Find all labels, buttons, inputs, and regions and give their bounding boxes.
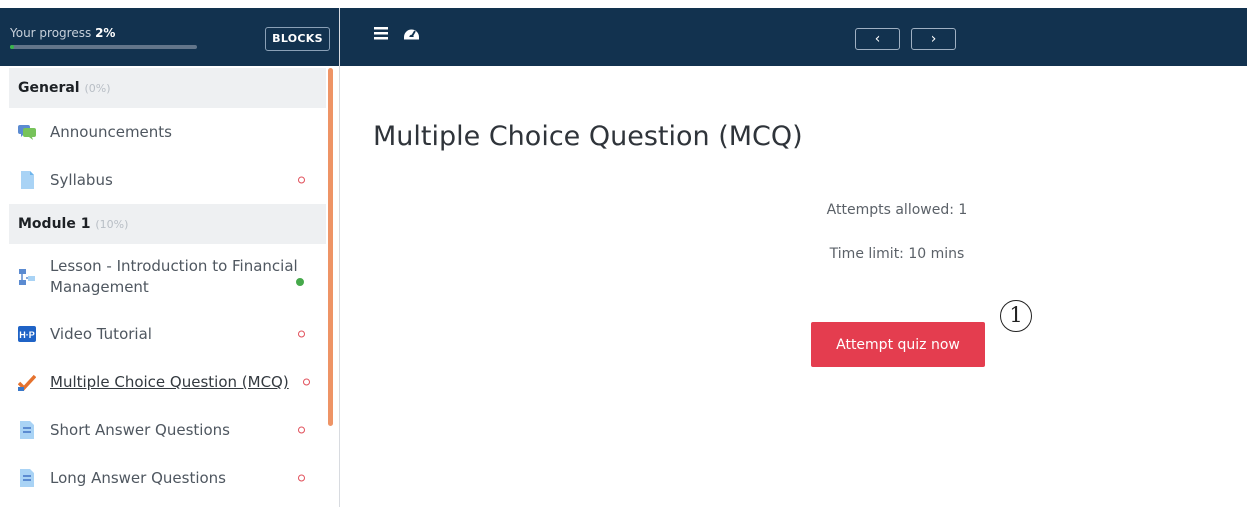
incomplete-status-icon — [298, 330, 305, 338]
section-general[interactable]: General (0%) — [9, 68, 326, 108]
progress-value: 2% — [95, 26, 116, 40]
lesson-icon — [19, 269, 35, 285]
incomplete-status-icon — [298, 474, 305, 482]
top-navbar: ‹ › — [340, 8, 1247, 66]
dashboard-icon[interactable] — [403, 24, 420, 48]
h5p-icon: H·P — [18, 326, 36, 342]
index-item-announcements[interactable]: Announcements — [9, 108, 326, 156]
page-title: Multiple Choice Question (MCQ) — [373, 121, 803, 152]
forum-icon — [18, 125, 36, 140]
progress-bar — [10, 45, 197, 49]
progress-label: Your progress 2% — [10, 26, 116, 40]
section-module-1[interactable]: Module 1 (10%) — [9, 204, 326, 244]
incomplete-status-icon — [298, 426, 305, 434]
attempts-allowed: Attempts allowed: 1 — [826, 202, 968, 218]
index-item-video-tutorial[interactable]: H·P Video Tutorial — [9, 310, 326, 358]
incomplete-status-icon — [298, 176, 305, 184]
index-item-lesson[interactable]: Lesson - Introduction to Financial Manag… — [9, 244, 326, 310]
top-border — [0, 0, 1247, 8]
index-item-long-answer[interactable]: Long Answer Questions — [9, 454, 326, 502]
index-item-syllabus[interactable]: Syllabus — [9, 156, 326, 204]
index-item-mcq[interactable]: Multiple Choice Question (MCQ) — [9, 358, 326, 406]
incomplete-status-icon — [303, 378, 310, 386]
previous-activity-button[interactable]: ‹ — [855, 28, 900, 50]
svg-text:H·P: H·P — [19, 330, 35, 340]
sidebar-scrollbar[interactable] — [328, 68, 333, 426]
sidebar-header: Your progress 2% BLOCKS — [0, 8, 339, 66]
assignment-icon — [20, 469, 34, 487]
section-progress: (0%) — [84, 82, 111, 95]
section-progress: (10%) — [95, 218, 129, 231]
assignment-icon — [20, 421, 34, 439]
course-sidebar: Your progress 2% BLOCKS General (0%) Ann… — [0, 8, 340, 507]
hamburger-icon[interactable] — [373, 24, 389, 48]
next-activity-button[interactable]: › — [911, 28, 956, 50]
file-icon — [21, 171, 34, 189]
quiz-icon — [18, 374, 36, 391]
time-limit: Time limit: 10 mins — [829, 246, 965, 262]
progress-bar-fill — [10, 45, 14, 49]
step-marker: 1 — [1000, 300, 1032, 332]
course-index: General (0%) Announcements Syllabus Modu… — [9, 68, 326, 502]
blocks-button[interactable]: BLOCKS — [265, 27, 330, 51]
index-item-short-answer[interactable]: Short Answer Questions — [9, 406, 326, 454]
attempt-quiz-button[interactable]: Attempt quiz now — [811, 322, 985, 367]
complete-status-icon — [296, 278, 304, 287]
